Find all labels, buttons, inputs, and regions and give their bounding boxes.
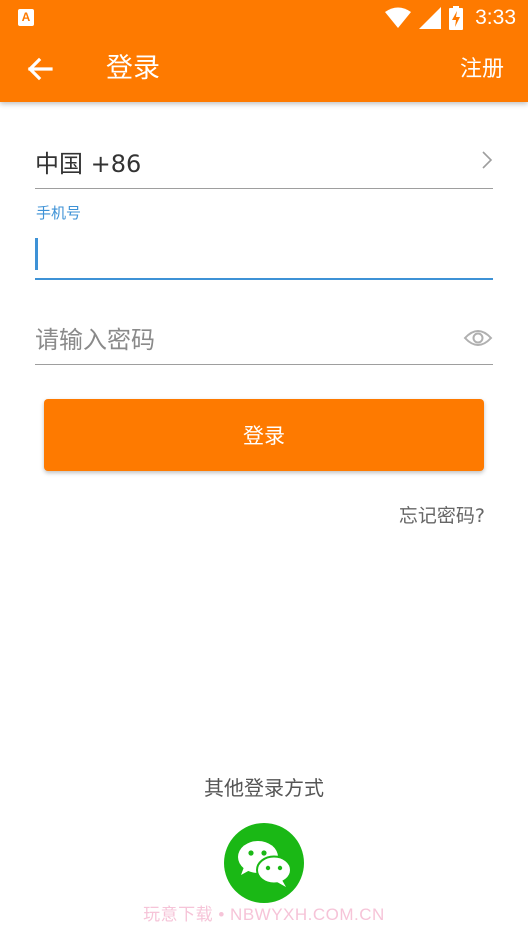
page-title: 登录 (106, 53, 160, 84)
country-code-label: 中国 +86 (35, 150, 142, 178)
arrow-left-icon (27, 57, 53, 81)
chevron-right-icon (482, 151, 493, 169)
forgot-password-link[interactable]: 忘记密码? (399, 502, 485, 530)
phone-field (35, 232, 493, 280)
other-login-label: 其他登录方式 (204, 776, 324, 800)
toolbar: 登录 注册 (0, 36, 528, 102)
password-input[interactable] (35, 322, 445, 358)
phone-input[interactable] (35, 238, 493, 270)
text-cursor (35, 238, 38, 270)
back-button[interactable] (20, 49, 60, 89)
phone-field-label: 手机号 (36, 204, 82, 222)
cell-signal-icon (419, 7, 442, 29)
register-button[interactable]: 注册 (460, 54, 504, 86)
watermark-text: 玩意下载 • NBWYXH.COM.CN (143, 905, 385, 924)
wechat-login-button[interactable] (224, 823, 304, 903)
login-button[interactable]: 登录 (44, 399, 484, 471)
battery-charging-icon (449, 6, 464, 30)
status-time: 3:33 (475, 6, 516, 29)
wechat-icon (238, 841, 292, 887)
status-bar: A 3:33 (0, 0, 528, 36)
status-icons: 3:33 (385, 4, 516, 32)
wifi-icon (385, 7, 412, 28)
app-bar: A 3:33 登录 注册 (0, 0, 528, 102)
country-code-selector[interactable]: 中国 +86 (35, 140, 493, 189)
eye-icon[interactable] (463, 327, 493, 349)
app-notification-icon: A (18, 9, 34, 26)
password-field (35, 318, 493, 365)
